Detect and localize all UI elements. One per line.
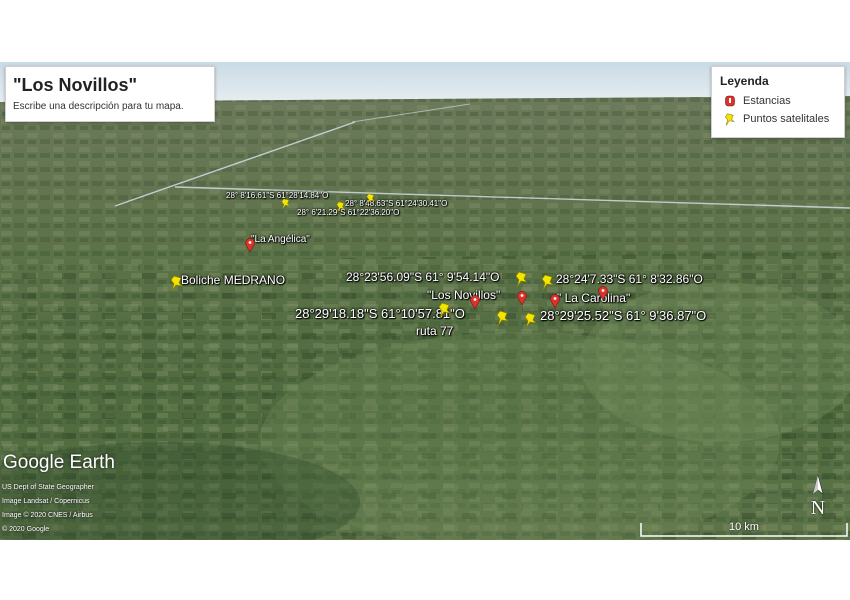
- yellow-pushpin-icon: [724, 113, 735, 126]
- credit-line: Image © 2020 CNES / Airbus: [2, 512, 93, 519]
- yellow-pushpin-icon[interactable]: [281, 198, 291, 211]
- yellow-pushpin-icon[interactable]: [515, 271, 529, 289]
- yellow-pushpin-icon[interactable]: [496, 310, 510, 328]
- coord-label-north-1: 28° 8'16.61"S 61°28'14.84"O: [226, 191, 329, 200]
- coord-label-north-3: 28° 6'21.29"S 61°22'36.20"O: [297, 208, 400, 217]
- compass-icon[interactable]: N: [808, 474, 828, 520]
- coord-label-center-top[interactable]: 28°23'56.09"S 61° 9'54.14"O: [346, 270, 499, 284]
- legend-label: Puntos satelitales: [743, 113, 830, 125]
- red-marker-icon[interactable]: [549, 293, 561, 309]
- credit-line: © 2020 Google: [2, 526, 50, 533]
- label-los-novillos[interactable]: "Los Novillos": [427, 288, 500, 302]
- red-marker-icon[interactable]: [244, 237, 256, 253]
- coord-label-north-2: 28° 8'48.63"S 61°24'30.41"O: [345, 199, 448, 208]
- yellow-pushpin-icon[interactable]: [524, 312, 538, 330]
- yellow-pushpin-icon[interactable]: [541, 274, 555, 292]
- red-marker-icon[interactable]: [516, 290, 528, 306]
- red-marker-icon[interactable]: [469, 294, 481, 310]
- yellow-pushpin-icon[interactable]: [336, 201, 346, 214]
- label-la-angelica[interactable]: "La Angélica": [251, 234, 310, 245]
- map-title: "Los Novillos": [13, 75, 138, 95]
- coord-label-right-bottom[interactable]: 28°29'25.52"S 61° 9'36.87"O: [540, 308, 706, 323]
- legend-panel: Leyenda Estancias Puntos satelitales: [711, 66, 845, 138]
- label-boliche-medrano[interactable]: Boliche MEDRANO: [181, 273, 285, 287]
- yellow-pushpin-icon[interactable]: [366, 193, 376, 206]
- red-marker-icon: [725, 95, 735, 107]
- yellow-pushpin-icon[interactable]: [170, 275, 184, 293]
- label-ruta-77[interactable]: ruta 77: [416, 324, 453, 338]
- label-la-carolina[interactable]: " La Carolina": [557, 291, 630, 305]
- scale-bar: 10 km: [640, 521, 848, 537]
- red-marker-icon[interactable]: [597, 285, 609, 301]
- credit-line: US Dept of State Geographer: [2, 484, 94, 491]
- legend-label: Estancias: [743, 95, 791, 107]
- coord-label-right-top[interactable]: 28°24'7.33"S 61° 8'32.86"O: [556, 272, 703, 286]
- yellow-pushpin-icon[interactable]: [438, 302, 452, 320]
- credit-line: Image Landsat / Copernicus: [2, 498, 90, 505]
- map-description: Escribe una descripción para tu mapa.: [13, 101, 184, 112]
- scale-label: 10 km: [729, 521, 759, 533]
- legend-heading: Leyenda: [720, 74, 769, 88]
- compass-letter: N: [810, 497, 826, 519]
- map-title-panel[interactable]: "Los Novillos" Escribe una descripción p…: [5, 66, 215, 122]
- google-earth-logo: Google Earth: [3, 452, 115, 473]
- north-arrow-icon: [812, 474, 824, 495]
